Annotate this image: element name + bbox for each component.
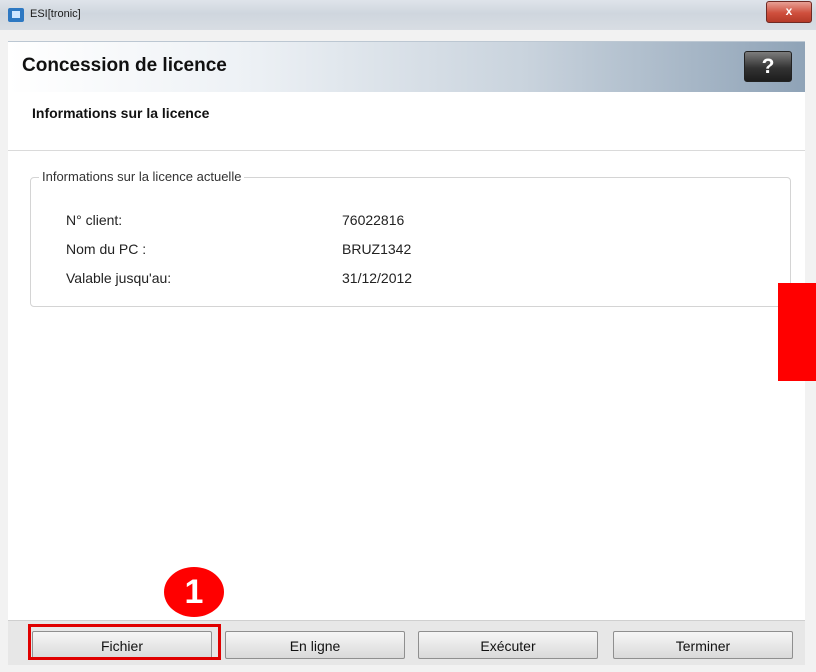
header-banner: Concession de licence ? (8, 41, 805, 94)
license-window: ESI[tronic] x Concession de licence ? In… (0, 0, 816, 672)
help-button[interactable]: ? (744, 51, 792, 82)
executer-button[interactable]: Exécuter (418, 631, 598, 659)
section-title: Informations sur la licence (32, 105, 210, 121)
step-badge: 1 (164, 567, 224, 617)
close-button[interactable]: x (766, 1, 812, 23)
content-panel: Informations sur la licence Informations… (8, 92, 805, 620)
client-label: N° client: (66, 212, 123, 228)
title-bar: ESI[tronic] x (0, 0, 816, 30)
window-title: ESI[tronic] (30, 8, 81, 20)
validity-value: 31/12/2012 (342, 270, 413, 286)
app-icon (8, 8, 24, 22)
en-ligne-button[interactable]: En ligne (225, 631, 405, 659)
terminer-button[interactable]: Terminer (613, 631, 793, 659)
button-bar: Fichier En ligne Exécuter Terminer (8, 620, 805, 665)
page-title: Concession de licence (22, 55, 227, 76)
validity-label: Valable jusqu'au: (66, 270, 172, 286)
pc-value: BRUZ1342 (342, 241, 412, 257)
license-info-group: Informations sur la licence actuelle N° … (30, 169, 791, 307)
section-header: Informations sur la licence (8, 92, 805, 151)
client-value: 76022816 (342, 212, 405, 228)
fichier-button[interactable]: Fichier (32, 631, 212, 659)
red-marker (778, 283, 816, 381)
group-legend: Informations sur la licence actuelle (39, 169, 245, 184)
pc-label: Nom du PC : (66, 241, 147, 257)
